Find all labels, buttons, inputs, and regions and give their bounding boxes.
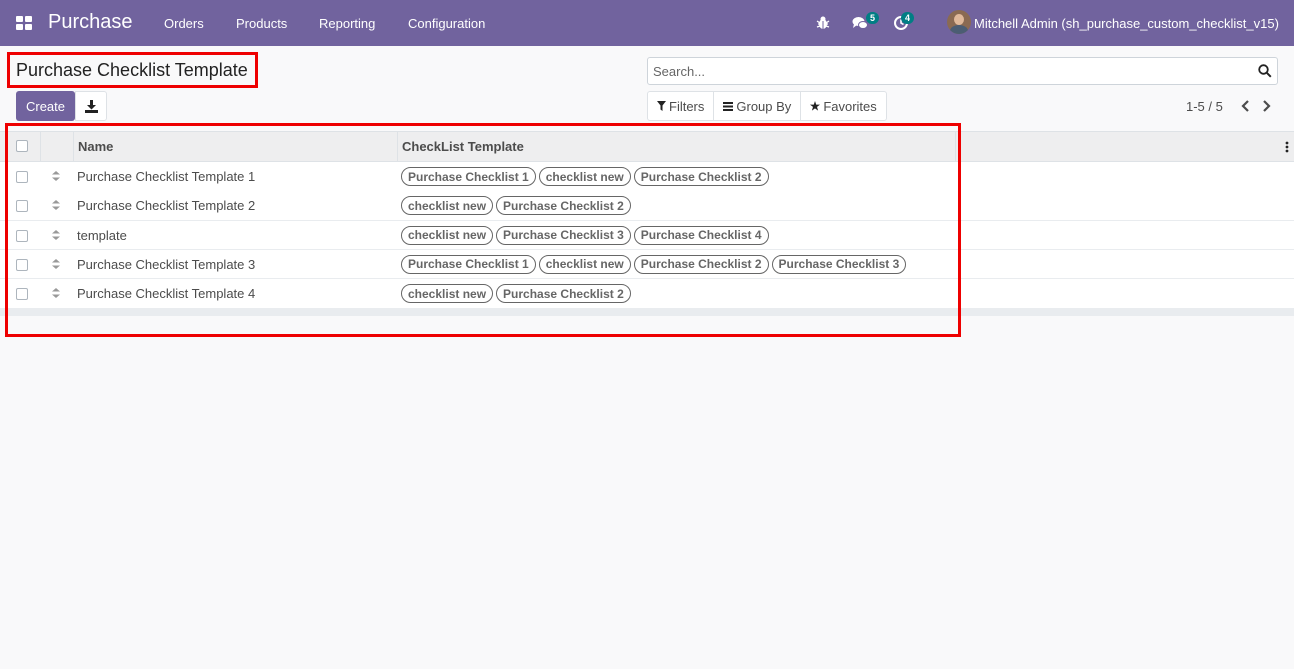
- app-name[interactable]: Purchase: [48, 11, 133, 34]
- checklist-tag: Purchase Checklist 4: [633, 225, 769, 245]
- column-options-icon[interactable]: [1285, 141, 1289, 153]
- chevron-left-icon[interactable]: [1239, 99, 1251, 113]
- table-row[interactable]: Purchase Checklist Template 4 checklist n…: [0, 279, 1294, 309]
- row-checklist-tags: Purchase Checklist 1 checklist new Purchas…: [401, 254, 907, 274]
- menu-products[interactable]: Products: [236, 16, 287, 31]
- checklist-tag: Purchase Checklist 2: [496, 284, 631, 304]
- search-options: Filters Group By Favorites: [647, 91, 887, 121]
- column-divider: [40, 132, 41, 161]
- table-row[interactable]: Purchase Checklist Template 3 Purchase Ch…: [0, 249, 1294, 280]
- checklist-tag: Purchase Checklist 2: [633, 254, 769, 274]
- checklist-tag: checklist new: [401, 225, 494, 245]
- search-icon[interactable]: [1258, 64, 1272, 78]
- row-name[interactable]: template: [77, 228, 127, 243]
- drag-handle-icon[interactable]: [51, 170, 61, 182]
- row-checkbox[interactable]: [16, 229, 28, 242]
- top-navbar: Purchase Orders Products Reporting Confi…: [0, 0, 1294, 46]
- menu-reporting[interactable]: Reporting: [319, 16, 375, 31]
- checklist-tag: checklist new: [401, 284, 494, 304]
- row-checkbox[interactable]: [16, 288, 28, 301]
- favorites-label: Favorites: [823, 98, 877, 114]
- column-header-checklist-template[interactable]: CheckList Template: [402, 132, 524, 161]
- download-icon: [85, 100, 98, 113]
- checklist-tag: Purchase Checklist 1: [401, 254, 536, 274]
- star-icon: [810, 101, 821, 111]
- list-bars-icon: [723, 101, 734, 111]
- row-name[interactable]: Purchase Checklist Template 3: [77, 257, 255, 272]
- bug-icon[interactable]: [815, 15, 831, 31]
- row-checklist-tags: checklist new Purchase Checklist 2: [401, 284, 631, 304]
- checklist-tag: Purchase Checklist 3: [771, 254, 907, 274]
- row-checkbox[interactable]: [16, 258, 28, 271]
- checklist-tag: Purchase Checklist 1: [401, 167, 536, 186]
- select-all-checkbox[interactable]: [16, 140, 28, 152]
- row-checklist-tags: checklist new Purchase Checklist 2: [401, 196, 631, 216]
- checklist-tag: Purchase Checklist 2: [633, 167, 769, 186]
- page-title: Purchase Checklist Template: [16, 60, 248, 80]
- menu-configuration[interactable]: Configuration: [408, 16, 485, 31]
- chevron-right-icon[interactable]: [1261, 99, 1273, 113]
- groupby-button[interactable]: Group By: [714, 92, 802, 120]
- table-row[interactable]: template checklist new Purchase Checklist …: [0, 220, 1294, 251]
- filter-icon: [657, 101, 666, 111]
- apps-grid-icon[interactable]: [16, 16, 32, 30]
- checklist-tag: Purchase Checklist 2: [496, 196, 631, 216]
- checklist-tag: checklist new: [538, 254, 631, 274]
- row-name[interactable]: Purchase Checklist Template 1: [77, 169, 255, 184]
- column-divider: [955, 132, 956, 161]
- checklist-tag: checklist new: [538, 167, 631, 186]
- menu-orders[interactable]: Orders: [164, 16, 204, 31]
- export-button[interactable]: [75, 91, 107, 121]
- column-divider: [397, 132, 398, 161]
- search-box: [647, 57, 1278, 85]
- user-avatar[interactable]: [947, 10, 971, 34]
- drag-handle-icon[interactable]: [51, 199, 61, 211]
- row-checkbox[interactable]: [16, 171, 28, 183]
- search-input[interactable]: [653, 63, 1243, 80]
- user-name[interactable]: Mitchell Admin (sh_purchase_custom_check…: [974, 16, 1279, 31]
- column-header-name[interactable]: Name: [78, 132, 113, 161]
- row-checklist-tags: checklist new Purchase Checklist 3 Purchas…: [401, 225, 769, 245]
- row-checklist-tags: Purchase Checklist 1 checklist new Purchas…: [401, 167, 769, 186]
- drag-handle-icon[interactable]: [51, 258, 61, 270]
- table-footer: [0, 309, 1294, 316]
- table-row[interactable]: Purchase Checklist Template 1 Purchase Ch…: [0, 162, 1294, 192]
- messages-badge: 5: [866, 12, 880, 24]
- row-name[interactable]: Purchase Checklist Template 4: [77, 286, 255, 301]
- drag-handle-icon[interactable]: [51, 287, 61, 299]
- checklist-tag: checklist new: [401, 196, 494, 216]
- row-name[interactable]: Purchase Checklist Template 2: [77, 198, 255, 213]
- create-button[interactable]: Create: [16, 91, 75, 121]
- favorites-button[interactable]: Favorites: [801, 92, 885, 120]
- column-divider: [73, 132, 74, 161]
- checklist-tag: Purchase Checklist 3: [496, 225, 631, 245]
- groupby-label: Group By: [736, 98, 792, 114]
- activities-badge: 4: [901, 12, 915, 24]
- filters-button[interactable]: Filters: [648, 92, 715, 120]
- row-checkbox[interactable]: [16, 200, 28, 213]
- table-row[interactable]: Purchase Checklist Template 2 checklist n…: [0, 191, 1294, 221]
- drag-handle-icon[interactable]: [51, 229, 61, 241]
- pager-value[interactable]: 1-5 / 5: [1186, 99, 1223, 114]
- filters-label: Filters: [669, 98, 705, 114]
- table-header: Name CheckList Template: [0, 131, 1294, 162]
